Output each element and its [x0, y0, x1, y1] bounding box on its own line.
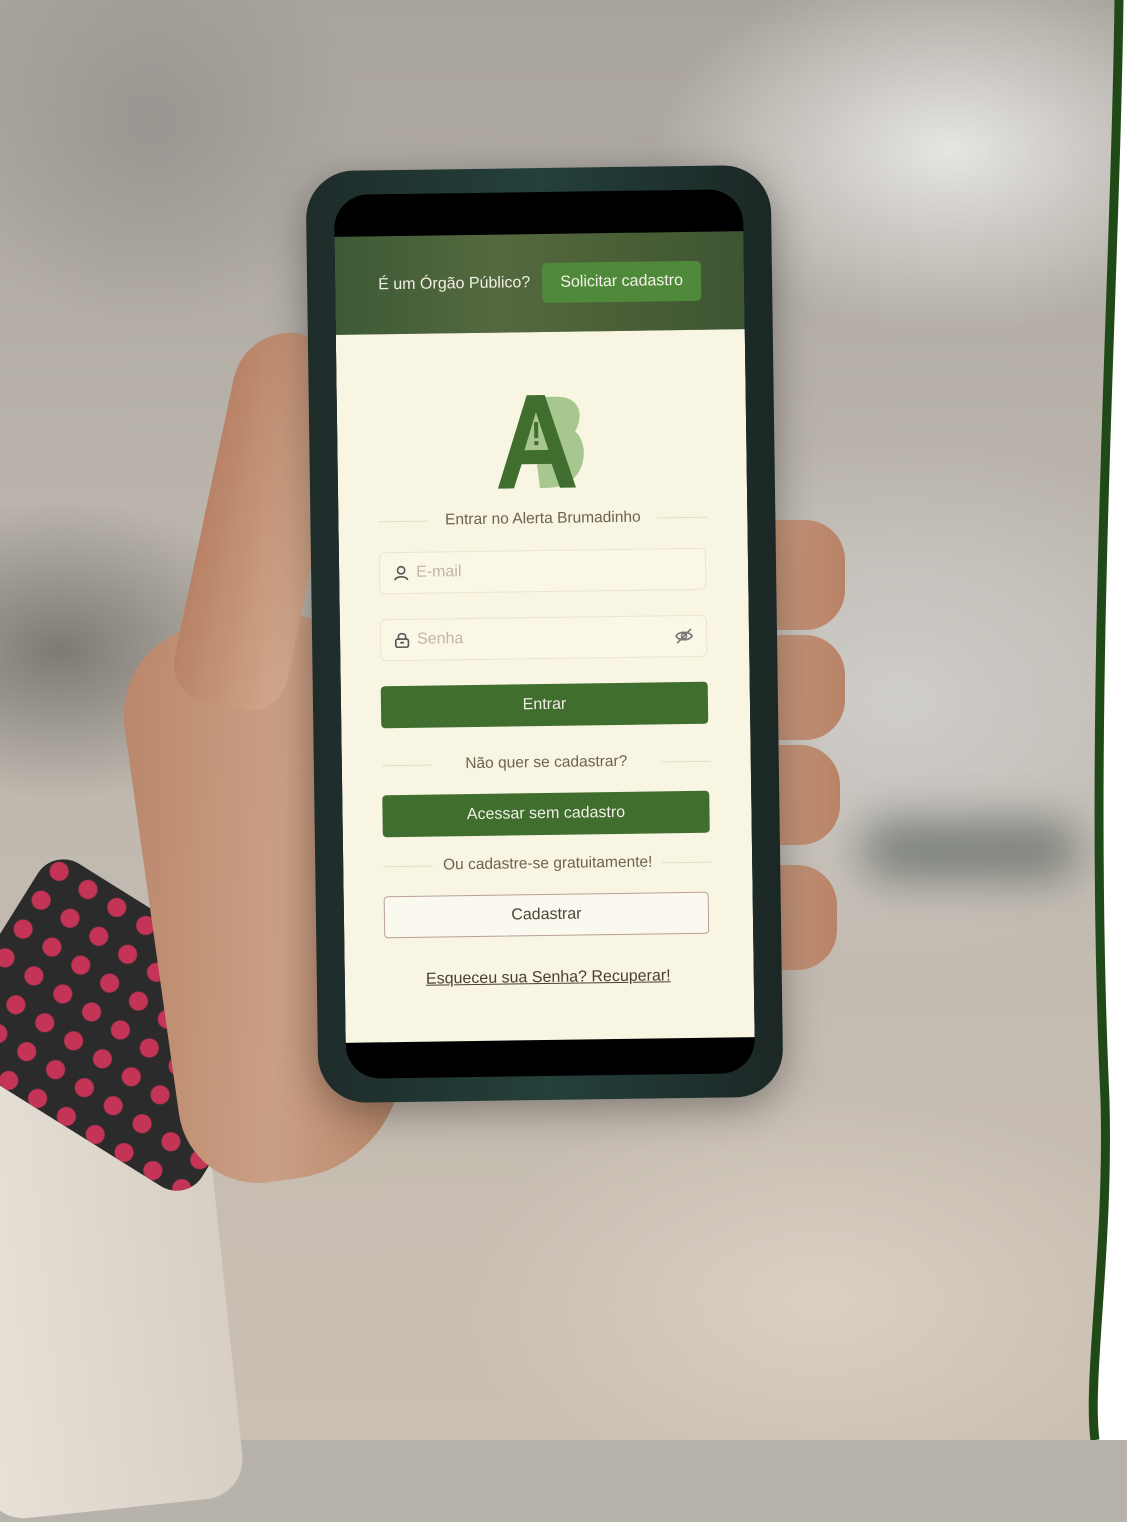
hero-banner: É um Órgão Público? Solicitar cadastro	[334, 231, 745, 335]
background-blur-shape	[860, 820, 1080, 880]
password-input[interactable]	[414, 626, 675, 650]
phone-screen: É um Órgão Público? Solicitar cadastro E…	[333, 189, 756, 1079]
email-input[interactable]	[413, 558, 694, 583]
user-icon	[394, 565, 409, 581]
password-field[interactable]	[379, 614, 708, 662]
no-register-text: Não quer se cadastrar?	[382, 752, 711, 775]
alerta-brumadinho-logo	[497, 394, 584, 489]
phone: É um Órgão Público? Solicitar cadastro E…	[305, 164, 784, 1104]
lock-icon	[394, 632, 410, 649]
login-heading: Entrar no Alerta Brumadinho	[378, 508, 707, 531]
guest-access-button[interactable]: Acessar sem cadastro	[382, 790, 710, 838]
email-field[interactable]	[378, 547, 707, 595]
login-button[interactable]: Entrar	[380, 681, 709, 729]
login-panel: Entrar no Alerta Brumadinho E-mail Entra…	[335, 329, 755, 1043]
forgot-password-link[interactable]: Esqueceu sua Senha? Recuperar!	[385, 967, 712, 990]
register-button[interactable]: Cadastrar	[383, 891, 710, 939]
eye-off-icon[interactable]	[674, 626, 694, 646]
register-prompt: Ou cadastre-se gratuitamente!	[383, 853, 712, 876]
request-registration-button[interactable]: Solicitar cadastro	[541, 260, 702, 303]
public-agency-question: É um Órgão Público?	[378, 274, 531, 294]
green-border-curve	[1088, 0, 1127, 1440]
